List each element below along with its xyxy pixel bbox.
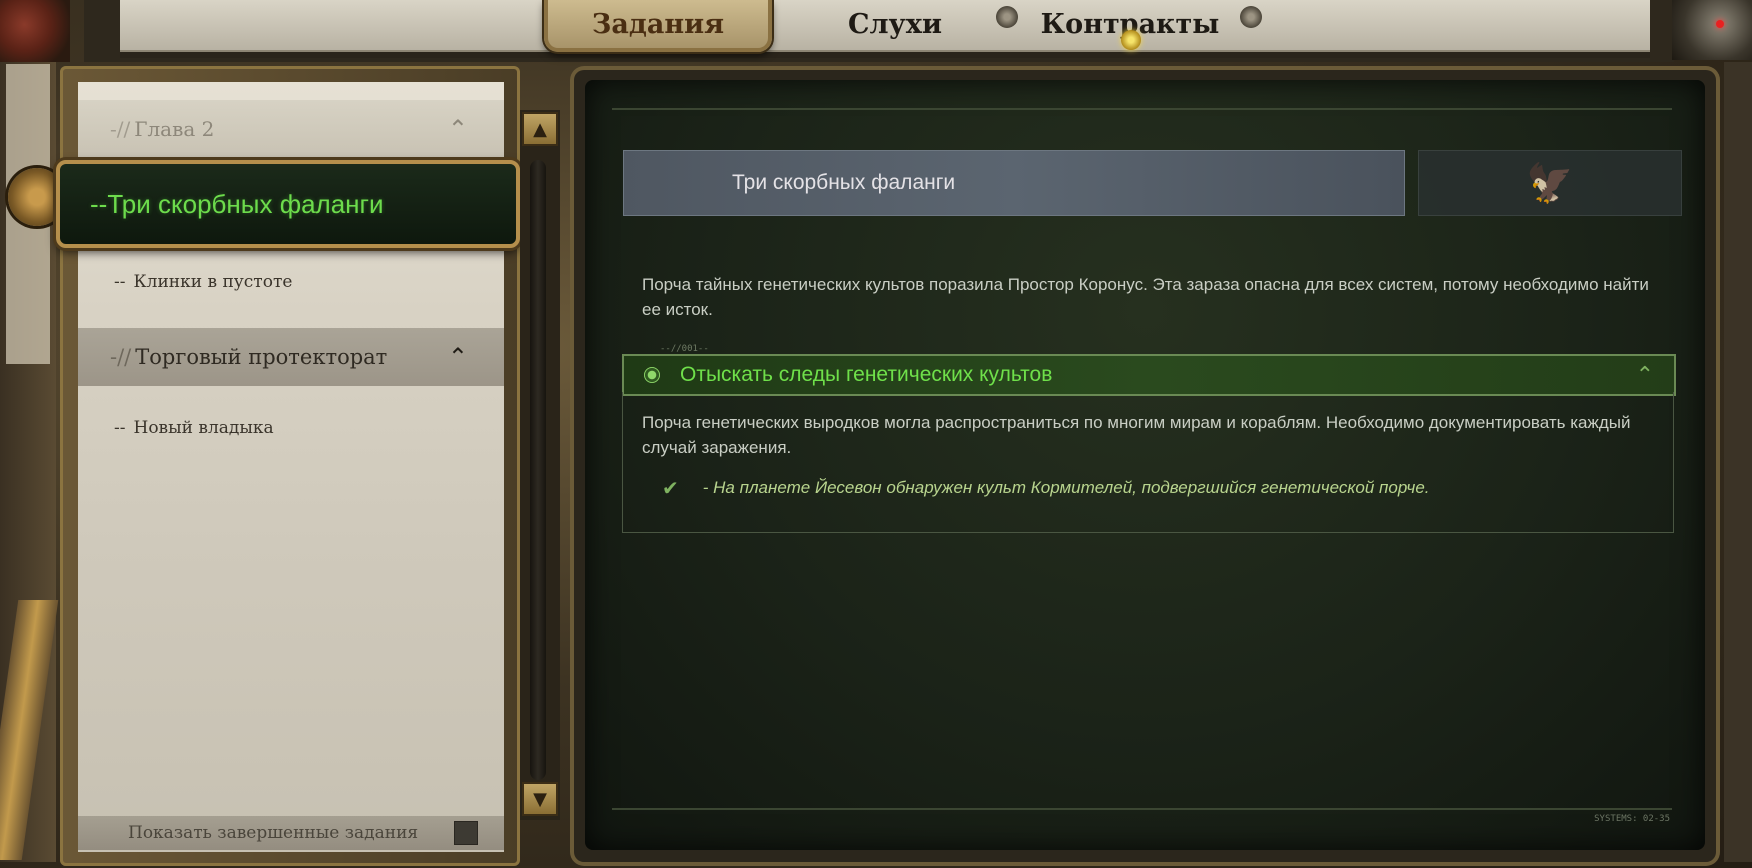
quest-title: Три скорбных фаланги (732, 171, 956, 194)
objective-description: Порча генетических выродков могла распро… (642, 413, 1631, 457)
completed-entry: ✔ - На планете Йесевон обнаружен культ К… (662, 476, 1430, 500)
chevron-up-icon[interactable]: ⌃ (448, 115, 468, 143)
screen-divider (612, 808, 1672, 810)
scrollbar-track[interactable] (530, 160, 546, 780)
arrow-up-icon: ▲ (533, 118, 547, 140)
tab-separator-icon (1240, 6, 1262, 28)
chapter-header[interactable]: -// Глава 2 ⌃ (78, 100, 504, 158)
red-eye-icon (1716, 20, 1724, 28)
arrow-down-icon: ▼ (533, 788, 547, 810)
chevron-up-icon[interactable]: ⌃ (448, 343, 468, 371)
quest-item-label: Новый владыка (133, 418, 274, 438)
tab-separator-icon (996, 6, 1018, 28)
right-border-decoration (1724, 62, 1752, 862)
chevron-up-icon[interactable]: ⌃ (1636, 363, 1654, 388)
tab-quests[interactable]: Задания (544, 0, 772, 52)
scroll-down-button[interactable]: ▼ (522, 782, 558, 816)
tab-rumors[interactable]: Слухи (820, 0, 970, 48)
quest-item[interactable]: -- Клинки в пустоте (78, 264, 504, 300)
scroll-up-button[interactable]: ▲ (522, 112, 558, 146)
show-completed-label: Показать завершенные задания (128, 823, 419, 843)
quest-item-active[interactable]: --Три скорбных фаланги (56, 160, 520, 248)
chapter-prefix: -// (110, 117, 131, 141)
checkmark-icon: ✔ (662, 476, 679, 500)
quest-title-bar: Три скорбных фаланги (623, 150, 1405, 216)
servo-skull-decoration (1672, 0, 1752, 60)
quest-description: Порча тайных генетических культов порази… (642, 275, 1649, 319)
show-completed-toggle[interactable]: Показать завершенные задания (78, 816, 504, 850)
quest-item[interactable]: -- Новый владыка (78, 410, 504, 446)
objective-title: Отыскать следы генетических культов (680, 363, 1053, 386)
show-completed-checkbox[interactable] (454, 821, 478, 845)
systems-label: SYSTEMS: 02-35 (1594, 814, 1670, 824)
chapter-label: Глава 2 (134, 117, 215, 141)
group-label: Торговый протекторат (135, 345, 388, 369)
wax-seal-decoration (0, 0, 70, 62)
objective-active-icon (644, 367, 660, 383)
quest-item-prefix: -- (114, 418, 126, 438)
completed-entry-text: - На планете Йесевон обнаружен культ Кор… (702, 478, 1430, 497)
screen-divider (612, 108, 1672, 110)
quest-item-prefix: -- (114, 272, 126, 292)
group-prefix: -// (110, 345, 132, 369)
imperial-aquila-icon: 🦅 (1418, 150, 1682, 216)
quest-item-label: Клинки в пустоте (133, 272, 293, 292)
group-header[interactable]: -// Торговый протекторат ⌃ (78, 328, 504, 386)
objective-header[interactable]: Отыскать следы генетических культов ⌃ (622, 354, 1676, 396)
active-quest-label: --Три скорбных фаланги (90, 188, 384, 219)
objective-tag: --//001-- (660, 344, 709, 354)
new-indicator-icon (1121, 30, 1141, 50)
